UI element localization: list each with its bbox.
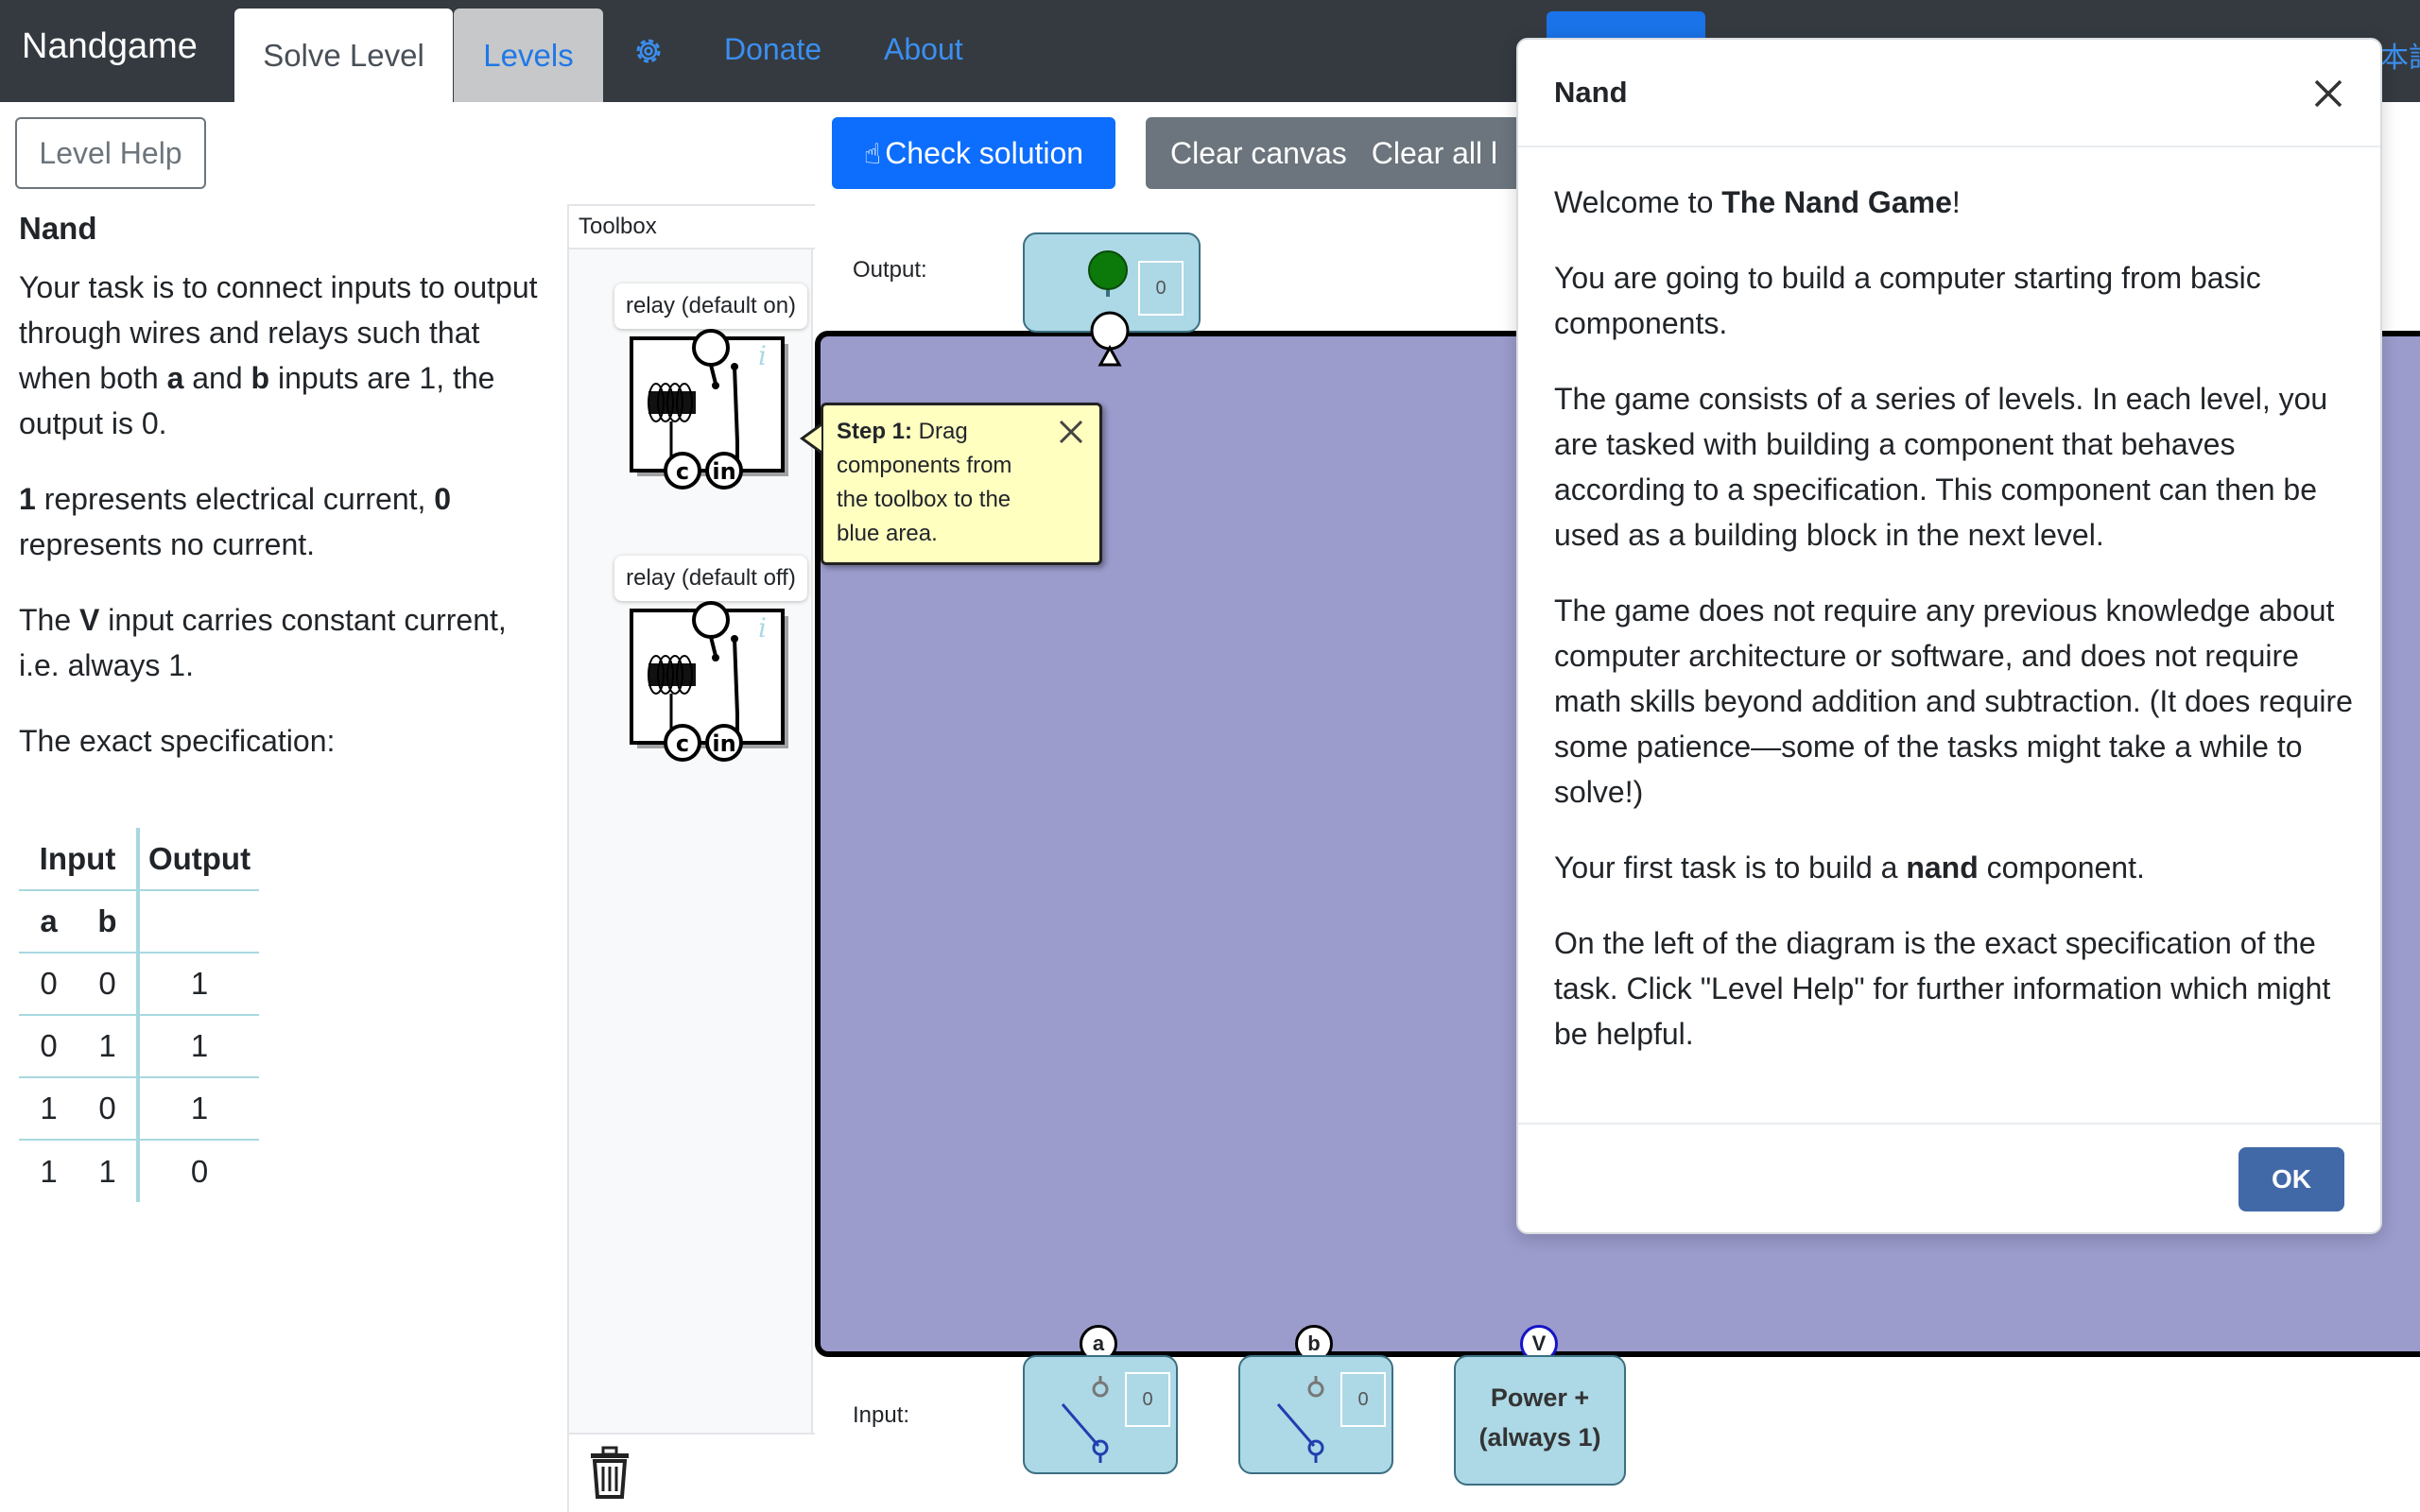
check-solution-button[interactable]: ☝ Check solution	[832, 117, 1115, 189]
clear-button-group: Clear canvas Clear all l	[1146, 117, 1524, 189]
relay-default-off-label[interactable]: relay (default off)	[614, 556, 807, 601]
cell-output: 0	[136, 1140, 259, 1202]
header-output-empty	[136, 890, 259, 954]
input-label: Input:	[853, 1402, 910, 1428]
pin-in-label: in	[712, 730, 735, 757]
level-title: Nand	[19, 211, 97, 246]
modal-footer: OK	[1518, 1123, 2380, 1232]
cell-b: 1	[98, 1153, 116, 1189]
output-connector[interactable]	[1087, 310, 1132, 369]
nav-link-donate[interactable]: Donate	[724, 32, 821, 67]
truth-table-subheader: a b	[19, 890, 259, 954]
truth-table: Input Output a b 0 0 1 0 1 1 1 0 1 1 1 0	[19, 828, 259, 1202]
power-label-line1: Power +	[1490, 1383, 1590, 1412]
cell-a: 0	[19, 1015, 78, 1078]
language-link[interactable]: 本語	[2380, 34, 2420, 76]
close-icon[interactable]	[2310, 76, 2346, 112]
thumbs-up-icon: ☝	[863, 139, 882, 170]
power-label-line2: (always 1)	[1478, 1423, 1601, 1452]
input-switch-a[interactable]: 0	[1023, 1355, 1178, 1474]
modal-title: Nand	[1554, 76, 1628, 109]
ok-button[interactable]: OK	[2238, 1147, 2344, 1211]
clear-all-button[interactable]: Clear all l	[1347, 117, 1497, 189]
info-icon: i	[758, 612, 767, 644]
modal-paragraph-levels: The game consists of a series of levels.…	[1554, 382, 2328, 552]
modal-paragraph-first-task: Your first task is to build a nand compo…	[1554, 850, 2145, 885]
pin-in-label: in	[712, 458, 735, 485]
input-b-value: 0	[1340, 1372, 1386, 1427]
relay-default-on-label[interactable]: relay (default on)	[614, 284, 807, 329]
trash-icon[interactable]	[588, 1446, 631, 1499]
clear-canvas-button[interactable]: Clear canvas	[1146, 117, 1347, 189]
header-b: b	[78, 890, 138, 954]
modal-paragraph-help: On the left of the diagram is the exact …	[1554, 926, 2331, 1051]
tab-solve-level[interactable]: Solve Level	[234, 9, 453, 102]
header-output: Output	[136, 828, 259, 891]
gear-icon[interactable]	[631, 34, 666, 68]
app-brand[interactable]: Nandgame	[22, 26, 198, 67]
cell-b: 1	[78, 1015, 138, 1078]
spec-paragraph-exact: The exact specification:	[19, 724, 336, 758]
table-row: 0 1 1	[19, 1015, 259, 1078]
cell-b: 0	[78, 953, 138, 1016]
power-input-node[interactable]: Power + (always 1)	[1454, 1355, 1626, 1486]
cell-output: 1	[136, 953, 259, 1016]
cell-b: 0	[78, 1077, 138, 1141]
level-spec-panel: Nand Your task is to connect inputs to o…	[19, 206, 548, 794]
header-input: Input	[19, 828, 138, 891]
output-value: 0	[1138, 261, 1184, 316]
output-label: Output:	[853, 257, 927, 283]
info-icon: i	[758, 340, 767, 371]
header-a: a	[19, 890, 78, 954]
table-row: 1 0 1	[19, 1077, 259, 1141]
input-switch-b[interactable]: 0	[1238, 1355, 1393, 1474]
cell-a: 1	[40, 1153, 58, 1189]
modal-header: Nand	[1518, 40, 2380, 147]
cell-a: 0	[19, 953, 78, 1016]
pin-c-label: c	[676, 730, 689, 757]
welcome-modal: Nand Welcome to The Nand Game! You are g…	[1516, 38, 2382, 1234]
level-help-button[interactable]: Level Help	[15, 117, 206, 189]
toolbox-footer	[569, 1433, 815, 1512]
nav-link-about[interactable]: About	[884, 32, 963, 67]
spec-paragraph-task: Your task is to connect inputs to output…	[19, 270, 538, 440]
relay-default-on-component[interactable]: i c in	[626, 329, 796, 499]
modal-paragraph-intro: You are going to build a computer starti…	[1554, 261, 2261, 340]
tooltip-pointer-fill	[804, 426, 821, 451]
input-a-value: 0	[1125, 1372, 1170, 1427]
modal-paragraph-welcome: Welcome to The Nand Game!	[1554, 185, 1961, 219]
modal-body: Welcome to The Nand Game! You are going …	[1554, 180, 2358, 1087]
toolbox-panel: Toolbox relay (default on) i c in relay …	[567, 204, 815, 1512]
cell-output: 1	[136, 1077, 259, 1141]
spec-paragraph-current: 1 represents electrical current, 0 repre…	[19, 482, 452, 561]
cell-a: 1	[19, 1077, 78, 1141]
table-row: 1 1 0	[19, 1140, 259, 1202]
table-row: 0 0 1	[19, 953, 259, 1016]
check-solution-label: Check solution	[885, 136, 1084, 170]
pin-c-label: c	[676, 458, 689, 485]
truth-table-header: Input Output	[19, 828, 259, 891]
tooltip-close-icon[interactable]	[1057, 418, 1085, 446]
tab-levels[interactable]: Levels	[454, 9, 603, 102]
relay-default-off-component[interactable]: i c in	[626, 601, 796, 771]
tooltip-step-label: Step 1:	[837, 419, 913, 444]
toolbox-title: Toolbox	[569, 204, 815, 249]
spec-paragraph-v-input: The V input carries constant current, i.…	[19, 603, 507, 682]
cell-output: 1	[136, 1015, 259, 1078]
modal-paragraph-requirements: The game does not require any previous k…	[1554, 593, 2353, 809]
